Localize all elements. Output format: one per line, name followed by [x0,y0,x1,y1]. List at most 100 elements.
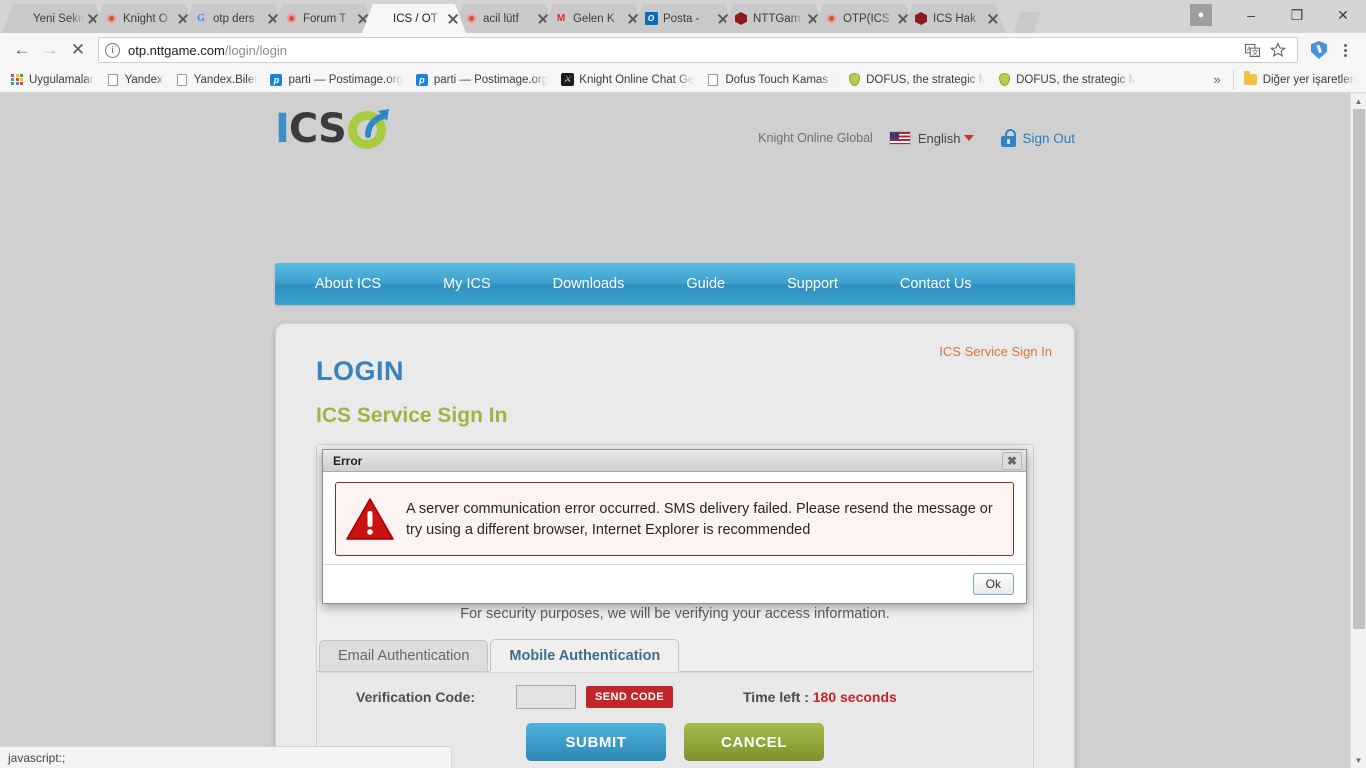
address-bar[interactable]: i otp.nttgame.com/login/login A文 [98,37,1298,63]
verification-code-input[interactable] [516,685,576,709]
dofus-leaf-icon [997,73,1011,87]
lock-icon [1000,129,1017,147]
minimize-button[interactable]: – [1228,0,1274,30]
nav-item-contact-us[interactable]: Contact Us [878,276,994,292]
red-dot-icon [464,12,478,26]
close-icon[interactable]: ✖ [1002,451,1022,470]
tab-close-icon[interactable] [986,12,1000,26]
logo-letter-i: I [275,106,290,152]
bookmark-label: Yandex [124,73,163,86]
dofus-leaf-icon [847,73,861,87]
web-page: ICS Knight Online Global English Sign Ou… [0,93,1350,768]
nav-item-downloads[interactable]: Downloads [531,276,647,292]
bookmark-item[interactable]: p parti — Postimage.org [263,71,408,89]
page-icon [175,73,189,87]
ok-button[interactable]: Ok [972,573,1014,595]
site-header: ICS Knight Online Global English Sign Ou… [275,101,1075,171]
ics-logo[interactable]: ICS [275,106,392,152]
cancel-button[interactable]: CANCEL [684,723,824,761]
tab-title: Gelen K [573,12,615,25]
scroll-up-arrow-icon[interactable]: ▲ [1351,93,1366,109]
site-info-icon[interactable]: i [105,42,120,58]
dialog-footer: Ok [323,564,1026,603]
main-navigation: About ICS My ICS Downloads Guide Support… [275,263,1075,305]
nav-item-guide[interactable]: Guide [664,276,747,292]
tab-label: Mobile Authentication [509,647,661,664]
bookmark-item[interactable]: p parti — Postimage.org [409,71,554,89]
logo-letters-cs: CS [288,106,347,152]
dialog-title-bar: Error ✖ [323,450,1026,472]
bookmarks-bar: Uygulamalar Yandex Yandex.Bilet p parti … [0,67,1366,93]
submit-button[interactable]: SUBMIT [526,723,666,761]
browser-tab[interactable]: OTP(ICS [812,4,916,33]
tab-close-icon[interactable] [446,12,460,26]
browser-tab[interactable]: NTTGam [722,4,826,33]
browser-tab[interactable]: Knight O [92,4,196,33]
bookmark-apps[interactable]: Uygulamalar [4,71,100,89]
profile-avatar-icon[interactable]: ● [1190,4,1212,26]
bookmark-item[interactable]: Yandex.Bilet [169,71,264,89]
back-button[interactable]: ← [8,36,36,64]
browser-tab[interactable]: Forum T [272,4,376,33]
language-label[interactable]: English [918,131,961,146]
error-message-text: A server communication error occurred. S… [406,501,993,538]
new-tab-button[interactable] [1014,12,1040,33]
nav-item-support[interactable]: Support [765,276,860,292]
browser-toolbar: ← → ✕ i otp.nttgame.com/login/login A文 [0,33,1366,67]
chrome-menu-icon[interactable] [1332,37,1358,63]
send-code-button[interactable]: SEND CODE [586,686,673,708]
bookmark-label: Knight Online Chat Ge [579,73,695,86]
browser-tab[interactable]: ICS Hak [902,4,1006,33]
ics-service-sign-in-link[interactable]: ICS Service Sign In [939,344,1052,359]
bookmark-item[interactable]: DOFUS, the strategic M [841,71,991,89]
bookmark-item[interactable]: DOFUS, the strategic M [991,71,1141,89]
us-flag-icon [888,131,911,145]
close-window-button[interactable]: ✕ [1320,0,1366,30]
browser-tab-active[interactable]: ICS / OT [362,4,466,33]
bookmark-other-folder[interactable]: Diğer yer işaretleri [1238,71,1362,89]
bookmark-item[interactable]: Yandex [100,71,169,89]
page-icon [706,73,720,87]
page-subtitle: ICS Service Sign In [316,404,508,427]
maximize-button[interactable]: ❐ [1274,0,1320,30]
google-icon: G [197,12,205,24]
outlook-icon: O [644,12,658,26]
browser-tab[interactable]: G otp ders [182,4,286,33]
red-dot-icon [284,12,298,26]
nav-item-about-ics[interactable]: About ICS [293,276,403,292]
tab-favicon-blank [14,12,28,26]
sign-out-link[interactable]: Sign Out [1022,131,1075,146]
tab-strip: Yeni Sekme Knight O G otp ders Forum T I… [0,0,1366,33]
bookmark-star-icon[interactable] [1265,37,1291,63]
translate-icon[interactable]: A文 [1239,37,1265,63]
postimage-icon: p [269,73,283,87]
bookmark-item[interactable]: Dofus Touch Kamas - [700,71,841,89]
tab-label: Email Authentication [338,648,470,664]
browser-tab[interactable]: O Posta - [632,4,736,33]
bookmarks-overflow-icon[interactable]: » [1205,72,1228,87]
browser-tab[interactable]: acil lütf [452,4,556,33]
scrollbar-thumb[interactable] [1353,109,1365,629]
red-dot-icon [824,12,838,26]
tab-title: NTTGam [753,12,801,25]
vertical-scrollbar[interactable]: ▲ ▼ [1350,93,1366,768]
bookmark-item[interactable]: ⚔ Knight Online Chat Ge [554,71,700,89]
stop-loading-button[interactable]: ✕ [64,36,92,64]
tab-title: Forum T [303,12,347,25]
folder-icon [1244,71,1258,87]
verification-code-label: Verification Code: [356,689,476,705]
shield-extension-icon[interactable] [1306,37,1332,63]
bookmark-label: DOFUS, the strategic M [866,73,986,86]
nav-item-my-ics[interactable]: My ICS [421,276,513,292]
forward-button[interactable]: → [36,36,64,64]
error-message-box: A server communication error occurred. S… [335,482,1014,556]
chevron-down-icon[interactable] [964,135,975,141]
tab-mobile-authentication[interactable]: Mobile Authentication [490,639,680,671]
browser-tab[interactable]: Yeni Sekme [2,4,106,33]
bookmark-label: Diğer yer işaretleri [1262,73,1356,86]
bookmark-label: Yandex.Bilet [193,73,258,86]
tab-email-authentication[interactable]: Email Authentication [319,640,489,671]
scroll-down-arrow-icon[interactable]: ▼ [1351,752,1366,768]
browser-tab[interactable]: M Gelen K [542,4,646,33]
tab-title: Posta - [663,12,700,25]
